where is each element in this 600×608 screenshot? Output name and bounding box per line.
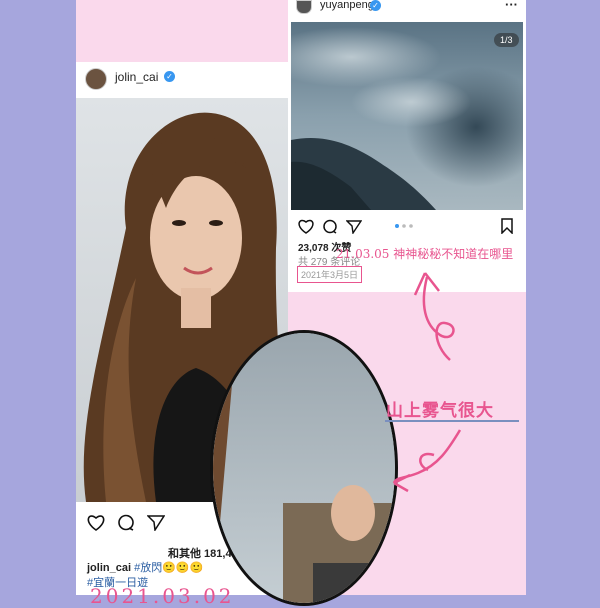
handwritten-left-date: 2021.03.02 xyxy=(90,584,235,608)
annotation-text: 山上雾气很大 xyxy=(386,401,494,421)
right-username[interactable]: yuyanpeng xyxy=(320,0,374,11)
arrow-up-icon xyxy=(413,272,455,361)
zoom-mountain-image xyxy=(213,333,395,603)
verified-icon: ✓ xyxy=(164,71,175,82)
share-icon[interactable] xyxy=(346,219,362,234)
avatar[interactable] xyxy=(85,68,107,90)
heart-icon[interactable] xyxy=(87,514,105,531)
caption-emoji: 🙂🙂🙂 xyxy=(162,562,204,574)
more-options-icon[interactable]: ··· xyxy=(505,0,518,12)
bookmark-icon[interactable] xyxy=(500,218,514,234)
heart-icon[interactable] xyxy=(298,219,314,234)
left-username[interactable]: jolin_cai xyxy=(115,70,158,84)
photo-pager-badge: 1/3 xyxy=(494,33,519,47)
handwritten-date-note: 21.03.05 神神秘秘不知道在哪里 xyxy=(336,247,514,261)
hashtag-link[interactable]: #放閃 xyxy=(134,562,162,574)
right-post-date: 2021年3月5日 xyxy=(297,266,363,283)
carousel-dots-icon xyxy=(395,224,413,228)
left-caption: jolin_cai #放閃🙂🙂🙂 xyxy=(87,559,203,575)
misty-mountain-image xyxy=(291,22,523,210)
right-post-photo[interactable] xyxy=(291,22,523,210)
zoom-circle xyxy=(210,330,398,606)
annotation-underline xyxy=(385,420,519,422)
caption-username[interactable]: jolin_cai xyxy=(87,562,131,574)
comment-icon[interactable] xyxy=(117,514,135,531)
avatar[interactable] xyxy=(296,0,312,14)
verified-icon: ✓ xyxy=(370,0,381,11)
share-icon[interactable] xyxy=(147,514,165,531)
circle-cutout-corner xyxy=(310,305,380,335)
comment-icon[interactable] xyxy=(322,219,338,234)
arrow-left-icon xyxy=(392,429,462,493)
